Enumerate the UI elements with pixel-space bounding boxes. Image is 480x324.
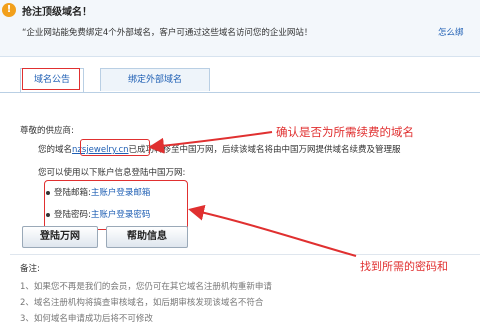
help-info-button[interactable]: 帮助信息 [106, 226, 188, 248]
domain-prefix: 您的域名 [38, 145, 73, 155]
login-intro: 您可以使用以下账户信息登陆中国万网: [38, 168, 186, 178]
greeting: 尊敬的供应商: [20, 126, 74, 136]
how-to-bind-link[interactable]: 怎么绑 [438, 26, 464, 38]
find-password-annotation: 找到所需的密码和 [360, 260, 448, 273]
tab-bind-external-domain[interactable]: 绑定外部域名 [100, 68, 210, 91]
login-wanwang-button[interactable]: 登陆万网 [22, 226, 98, 248]
tab-highlight-box [22, 68, 80, 90]
notice-panel: ! 抢注顶级域名！ “企业网站能免费绑定4个外部域名，客户可通过这些域名访问您的… [0, 0, 480, 57]
remark-item: 3、如何域名申请成功后将不可修改 [20, 314, 153, 324]
divider [10, 254, 480, 255]
warning-icon: ! [2, 3, 16, 17]
renew-check-annotation: 确认是否为所需续费的域名 [276, 125, 414, 139]
remark-item: 1、如果您不再是我们的会员，您仍可在其它域名注册机构重新申请 [20, 282, 272, 292]
domain-suffix: 已成功转移至中国万网，后续该域名将由中国万网提供域名续费及管理服 [128, 145, 401, 155]
domain-highlight-box [80, 139, 150, 156]
login-info-highlight-box [44, 180, 188, 230]
remarks-title: 备注: [20, 264, 40, 274]
arrow-to-login-info-icon [188, 204, 357, 257]
notice-title: 抢注顶级域名！ [22, 7, 92, 18]
notice-text: “企业网站能免费绑定4个外部域名，客户可通过这些域名访问您的企业网站！ [22, 28, 313, 38]
remark-item: 2、域名注册机构将搞查审核域名，如后期审核发现该域名不符合 [20, 298, 264, 308]
